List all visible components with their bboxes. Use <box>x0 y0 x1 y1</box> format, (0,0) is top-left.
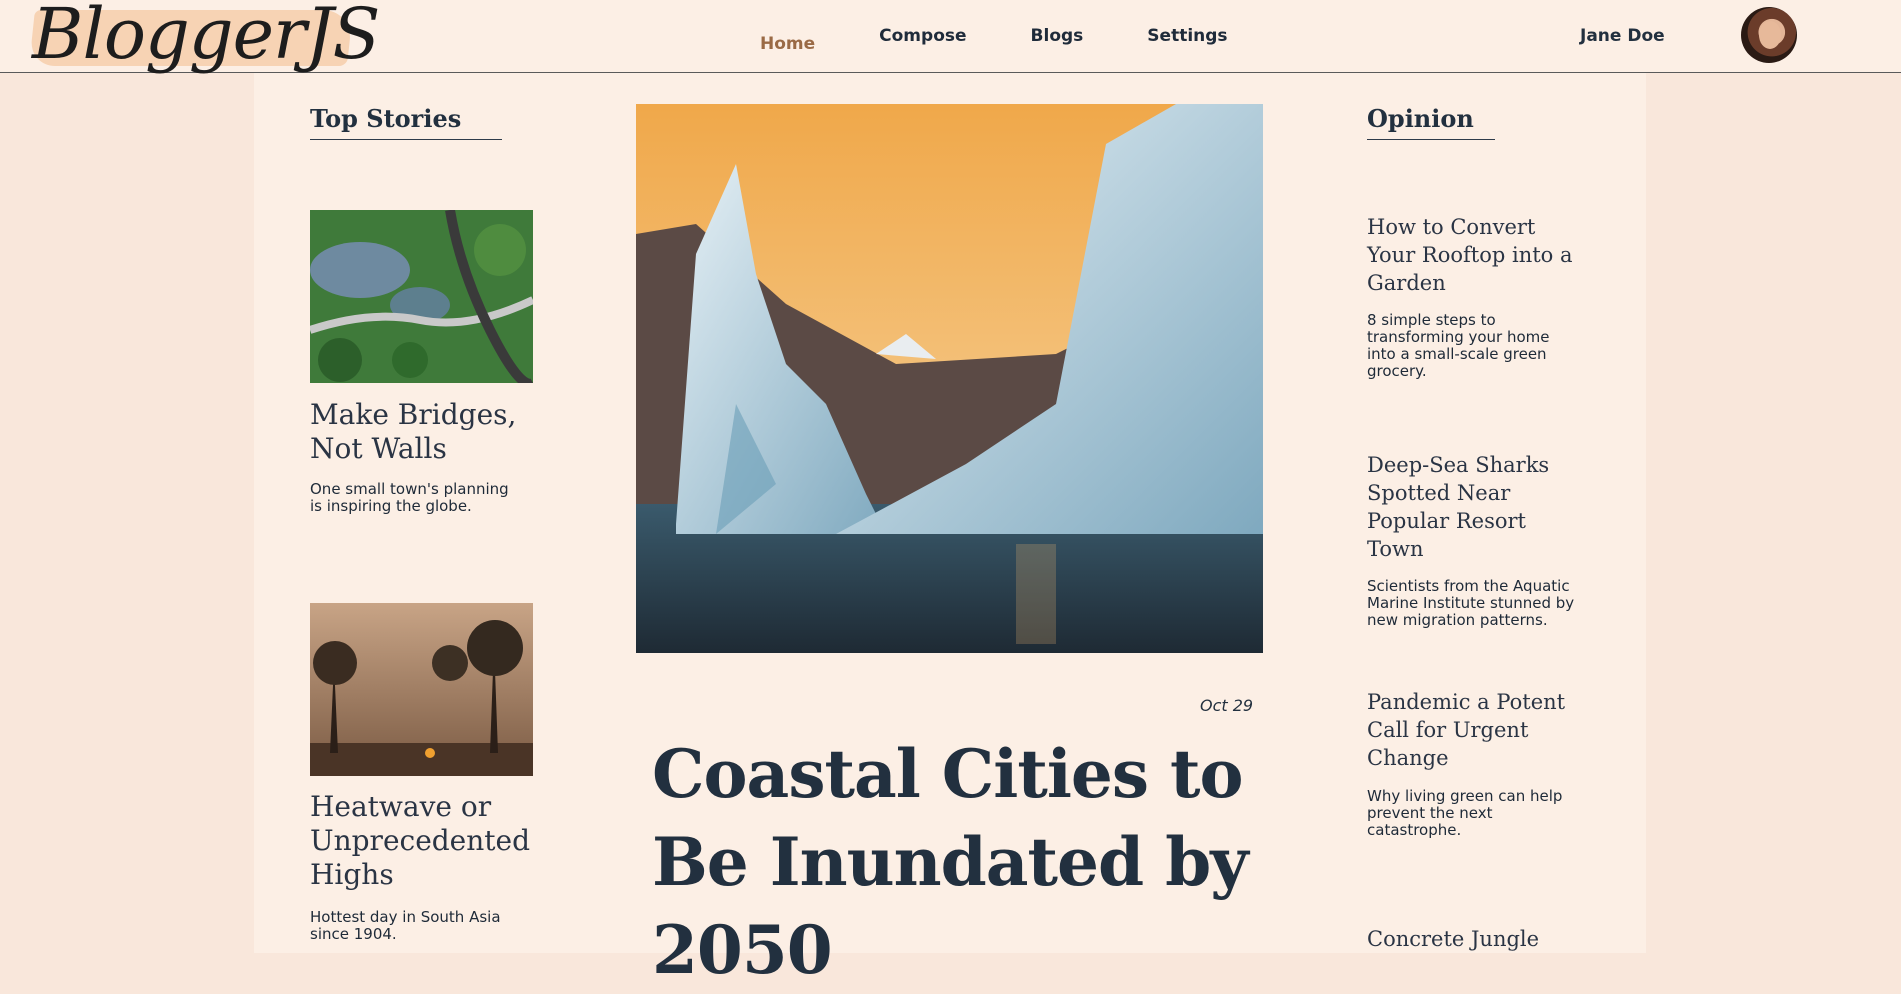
opinion-title[interactable]: Pandemic a Potent Call for Urgent Change <box>1367 688 1587 772</box>
opinion-subtitle: 8 simple steps to transforming your home… <box>1367 311 1550 380</box>
nav-compose[interactable]: Compose <box>879 26 966 54</box>
logo[interactable]: BloggerJS <box>32 0 380 74</box>
opinion-title[interactable]: How to Convert Your Rooftop into a Garde… <box>1367 213 1587 297</box>
featured-teaser-cutoff <box>652 940 1252 953</box>
story-subtitle: Hottest day in South Asia since 1904. <box>310 908 501 943</box>
nav-settings[interactable]: Settings <box>1147 26 1227 54</box>
nav-home[interactable]: Home <box>760 34 815 54</box>
avatar[interactable] <box>1741 7 1797 63</box>
opinion-title[interactable]: Concrete Jungle <box>1367 925 1587 953</box>
opinion-title[interactable]: Deep-Sea Sharks Spotted Near Popular Res… <box>1367 451 1587 563</box>
featured-headline[interactable]: Coastal Cities to Be Inundated by 2050 <box>652 730 1272 994</box>
opinion-subtitle: Scientists from the Aquatic Marine Insti… <box>1367 577 1575 629</box>
main-nav: Home Compose Blogs Settings <box>760 26 1292 54</box>
story-title[interactable]: Make Bridges, Not Walls <box>310 398 530 466</box>
featured-image[interactable] <box>636 104 1263 653</box>
story-title[interactable]: Heatwave or Unprecedented Highs <box>310 790 540 892</box>
story-image-heatwave[interactable] <box>310 603 533 776</box>
user-name[interactable]: Jane Doe <box>1580 26 1665 46</box>
top-stories-heading: Top Stories <box>310 104 502 140</box>
nav-blogs[interactable]: Blogs <box>1031 26 1084 54</box>
top-header: BloggerJS Home Compose Blogs Settings Ja… <box>0 0 1901 74</box>
opinion-heading: Opinion <box>1367 104 1495 140</box>
story-subtitle: One small town's planning is inspiring t… <box>310 480 509 515</box>
opinion-subtitle: Why living green can help prevent the ne… <box>1367 787 1563 839</box>
featured-date: Oct 29 <box>1200 696 1254 715</box>
story-image-bridges[interactable] <box>310 210 533 383</box>
